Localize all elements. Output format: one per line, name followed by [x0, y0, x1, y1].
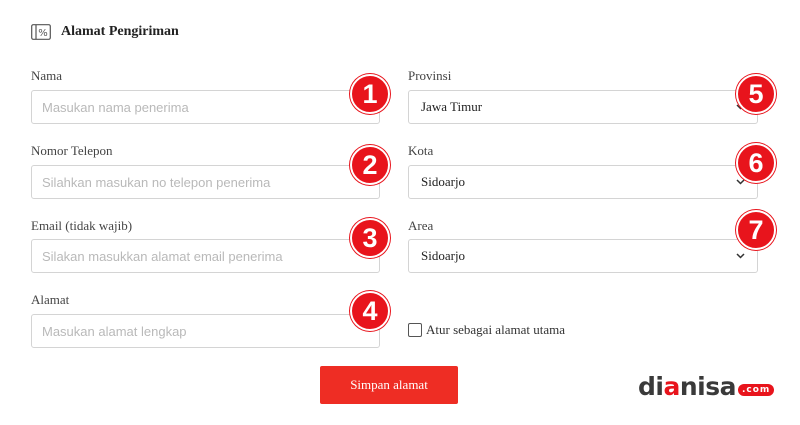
kota-select[interactable]: Sidoarjo: [408, 165, 758, 199]
annotation-badge-2: 2: [350, 145, 390, 185]
default-address-option[interactable]: Atur sebagai alamat utama: [408, 322, 565, 338]
annotation-badge-4: 4: [350, 291, 390, 331]
kota-label: Kota: [408, 143, 434, 158]
telepon-label: Nomor Telepon: [31, 143, 113, 158]
alamat-input[interactable]: [31, 314, 380, 348]
section-title: Alamat Pengiriman: [61, 24, 179, 39]
address-card-icon: %: [31, 24, 51, 40]
provinsi-selected: Jawa Timur: [421, 99, 483, 114]
email-input[interactable]: [31, 239, 380, 273]
save-address-button[interactable]: Simpan alamat: [320, 366, 458, 404]
default-address-label: Atur sebagai alamat utama: [426, 322, 565, 337]
watermark-dotcom: .com: [737, 383, 775, 396]
chevron-down-icon: [736, 253, 745, 259]
nama-label: Nama: [31, 68, 63, 83]
watermark-logo: dianisa .com: [638, 372, 775, 401]
annotation-badge-7: 7: [736, 210, 776, 250]
provinsi-label: Provinsi: [408, 68, 452, 83]
annotation-badge-1: 1: [350, 74, 390, 114]
svg-text:%: %: [38, 28, 48, 39]
provinsi-select[interactable]: Jawa Timur: [408, 90, 758, 124]
area-label: Area: [408, 218, 434, 233]
alamat-label: Alamat: [31, 292, 70, 307]
chevron-down-icon: [736, 179, 745, 185]
kota-selected: Sidoarjo: [421, 174, 466, 189]
area-selected: Sidoarjo: [421, 248, 466, 263]
annotation-badge-5: 5: [736, 74, 776, 114]
default-address-checkbox[interactable]: [408, 323, 422, 337]
area-select[interactable]: Sidoarjo: [408, 239, 758, 273]
annotation-badge-3: 3: [350, 218, 390, 258]
email-label: Email (tidak wajib): [31, 218, 133, 233]
telepon-input[interactable]: [31, 165, 380, 199]
nama-input[interactable]: [31, 90, 380, 124]
annotation-badge-6: 6: [736, 143, 776, 183]
watermark-text: dianisa: [638, 372, 736, 401]
section-header: % Alamat Pengiriman: [31, 22, 179, 42]
